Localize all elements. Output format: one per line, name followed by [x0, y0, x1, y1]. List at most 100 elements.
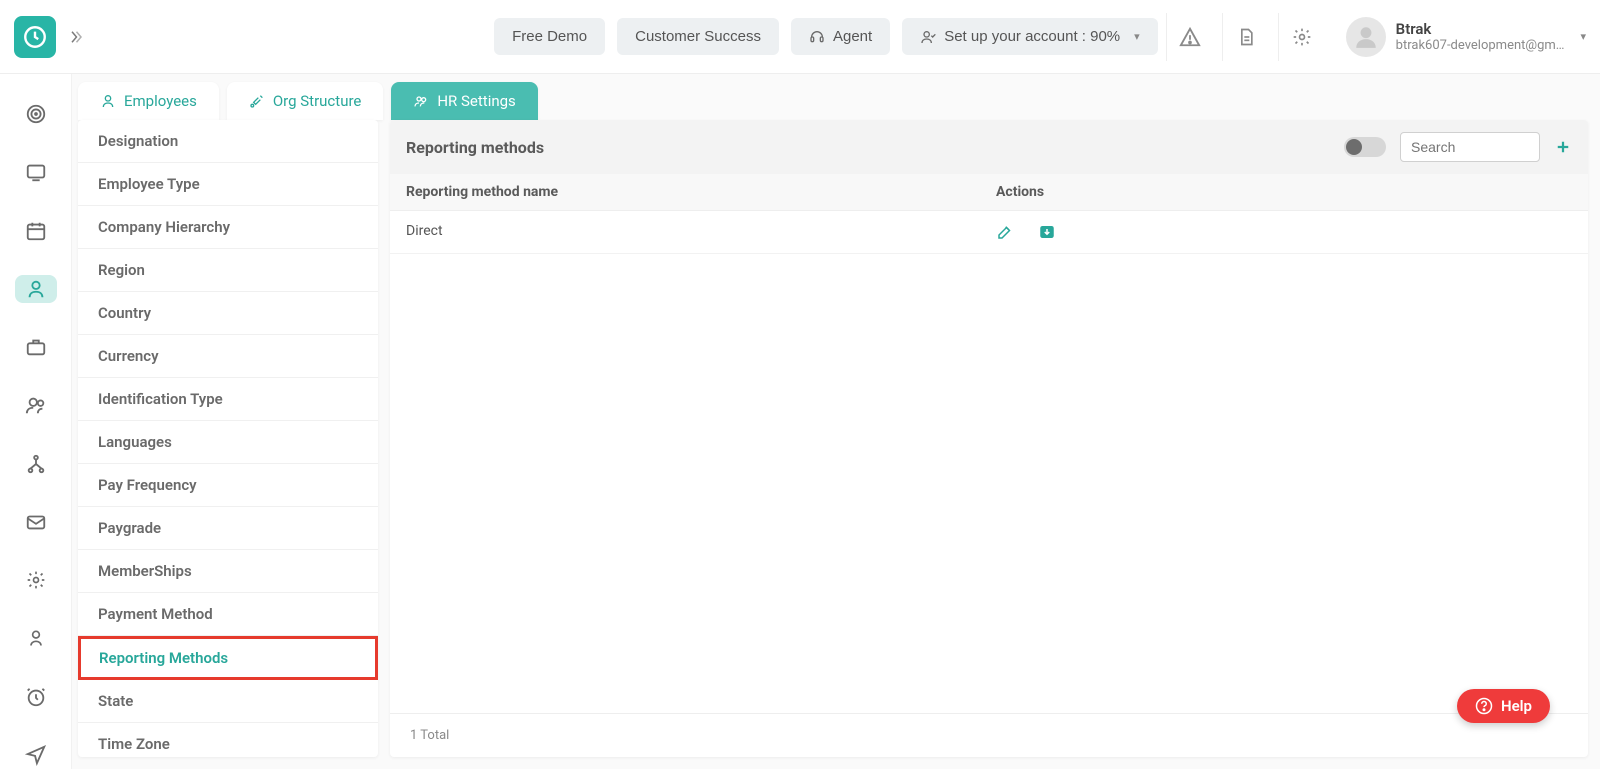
nav-briefcase[interactable]: [15, 333, 57, 361]
settings-item-company-hierarchy[interactable]: Company Hierarchy: [78, 206, 378, 249]
settings-button[interactable]: [1278, 13, 1326, 61]
nav-people[interactable]: [15, 275, 57, 303]
body-columns: DesignationEmployee TypeCompany Hierarch…: [78, 120, 1588, 757]
panel-footer: 1 Total: [390, 713, 1588, 757]
headset-icon: [809, 29, 825, 45]
briefcase-icon: [25, 336, 47, 358]
nav-dashboard[interactable]: [15, 100, 57, 128]
column-actions: Actions: [996, 184, 1572, 200]
table-row: Direct: [390, 211, 1588, 254]
archive-button[interactable]: [1038, 223, 1056, 241]
nav-network[interactable]: [15, 450, 57, 478]
tab-label: Org Structure: [273, 92, 362, 110]
nav-screen[interactable]: [15, 158, 57, 186]
expand-sidebar-icon[interactable]: [66, 28, 84, 46]
table-header: Reporting method name Actions: [390, 174, 1588, 211]
gear-icon: [1292, 27, 1312, 47]
panel-header: Reporting methods: [390, 120, 1588, 174]
warning-icon: [1179, 26, 1201, 48]
free-demo-label: Free Demo: [512, 28, 587, 45]
nav-location[interactable]: [15, 741, 57, 769]
navigation-icon: [25, 744, 47, 766]
settings-item-paygrade[interactable]: Paygrade: [78, 507, 378, 550]
tools-icon: [249, 93, 265, 109]
nav-mail[interactable]: [15, 508, 57, 536]
customer-success-button[interactable]: Customer Success: [617, 18, 779, 55]
user-email: btrak607-development@gm…: [1396, 38, 1565, 53]
settings-item-identification-type[interactable]: Identification Type: [78, 378, 378, 421]
edit-icon: [996, 223, 1014, 241]
cell-actions: [996, 223, 1572, 241]
brand-logo: [14, 16, 56, 58]
nav-settings[interactable]: [15, 566, 57, 594]
customer-success-label: Customer Success: [635, 28, 761, 45]
plus-icon: [1554, 138, 1572, 156]
target-icon: [25, 103, 47, 125]
clock-icon: [22, 24, 48, 50]
main-wrap: Employees Org Structure HR Settings Desi…: [0, 74, 1600, 769]
mail-icon: [25, 511, 47, 533]
user-text: Btrak btrak607-development@gm…: [1396, 20, 1565, 53]
gear-icon: [26, 570, 46, 590]
settings-item-payment-method[interactable]: Payment Method: [78, 593, 378, 636]
user-name: Btrak: [1396, 20, 1565, 38]
user-menu[interactable]: Btrak btrak607-development@gm… ▾: [1338, 17, 1586, 57]
settings-item-designation[interactable]: Designation: [78, 120, 378, 163]
settings-item-state[interactable]: State: [78, 680, 378, 723]
archive-icon: [1038, 223, 1056, 241]
help-label: Help: [1501, 697, 1532, 715]
nav-calendar[interactable]: [15, 217, 57, 245]
user-check-icon: [920, 29, 936, 45]
panel-reporting-methods: Reporting methods Reporting method name …: [390, 120, 1588, 757]
settings-item-employee-type[interactable]: Employee Type: [78, 163, 378, 206]
alerts-button[interactable]: [1166, 13, 1214, 61]
users-icon: [413, 93, 429, 109]
documents-button[interactable]: [1222, 13, 1270, 61]
tabs-row: Employees Org Structure HR Settings: [78, 74, 1588, 120]
document-icon: [1236, 27, 1256, 47]
setup-account-button[interactable]: Set up your account : 90% ▾: [902, 18, 1157, 55]
settings-item-reporting-methods[interactable]: Reporting Methods: [78, 636, 378, 680]
column-name: Reporting method name: [406, 184, 996, 200]
rows-container: Direct: [390, 211, 1588, 254]
tab-label: Employees: [124, 92, 197, 110]
person-icon: [25, 278, 47, 300]
tab-org-structure[interactable]: Org Structure: [227, 82, 384, 120]
hierarchy-icon: [25, 453, 47, 475]
add-button[interactable]: [1554, 138, 1572, 156]
person-icon: [100, 93, 116, 109]
settings-item-currency[interactable]: Currency: [78, 335, 378, 378]
nav-user-group[interactable]: [15, 391, 57, 419]
settings-item-pay-frequency[interactable]: Pay Frequency: [78, 464, 378, 507]
help-icon: [1475, 697, 1493, 715]
settings-item-memberships[interactable]: MemberShips: [78, 550, 378, 593]
settings-item-country[interactable]: Country: [78, 292, 378, 335]
settings-item-time-zone[interactable]: Time Zone: [78, 723, 378, 757]
search-input[interactable]: [1400, 132, 1540, 162]
person-icon: [26, 628, 46, 648]
archive-toggle[interactable]: [1344, 137, 1386, 157]
help-button[interactable]: Help: [1457, 689, 1550, 723]
calendar-icon: [25, 220, 47, 242]
nav-profile[interactable]: [15, 624, 57, 652]
tab-hr-settings[interactable]: HR Settings: [391, 82, 537, 120]
avatar: [1346, 17, 1386, 57]
agent-label: Agent: [833, 28, 872, 45]
panel-title: Reporting methods: [406, 138, 1344, 157]
nav-timer[interactable]: [15, 683, 57, 711]
content-area: Employees Org Structure HR Settings Desi…: [72, 74, 1600, 769]
tab-employees[interactable]: Employees: [78, 82, 219, 120]
settings-list: DesignationEmployee TypeCompany Hierarch…: [78, 120, 378, 757]
top-bar: Free Demo Customer Success Agent Set up …: [0, 0, 1600, 74]
alarm-icon: [25, 686, 47, 708]
settings-item-languages[interactable]: Languages: [78, 421, 378, 464]
settings-item-region[interactable]: Region: [78, 249, 378, 292]
users-icon: [25, 394, 47, 416]
tab-label: HR Settings: [437, 92, 515, 110]
chevron-down-icon: ▾: [1134, 30, 1140, 43]
edit-button[interactable]: [996, 223, 1014, 241]
agent-button[interactable]: Agent: [791, 18, 890, 55]
free-demo-button[interactable]: Free Demo: [494, 18, 605, 55]
chevron-down-icon: ▾: [1580, 30, 1586, 43]
monitor-icon: [25, 161, 47, 183]
